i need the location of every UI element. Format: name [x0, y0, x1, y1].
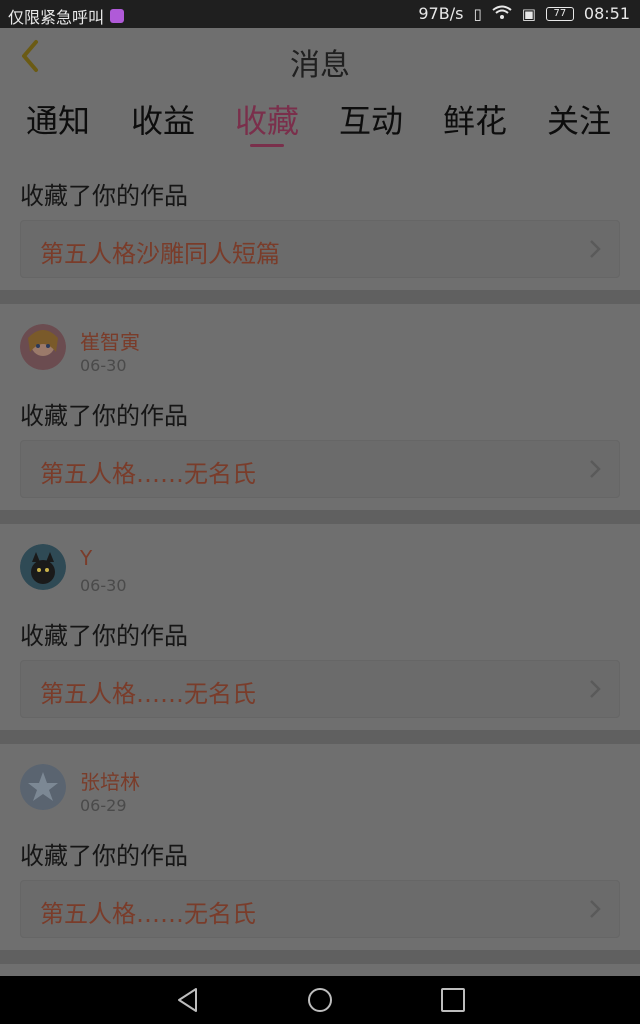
sim-card-icon: ▣ [521, 4, 536, 23]
work-title: 第五人格……无名氏 [40, 460, 256, 488]
list-item: 收藏了你的作品 第五人格沙雕同人短篇 [0, 156, 640, 290]
carrier-text: 仅限紧急呼叫 [8, 8, 105, 27]
date: 06-29 [80, 796, 127, 815]
work-title: 第五人格沙雕同人短篇 [40, 240, 280, 268]
work-link[interactable]: 第五人格沙雕同人短篇 [20, 220, 620, 278]
chevron-right-icon [590, 680, 601, 698]
list-item: 张培林 06-29 收藏了你的作品 第五人格……无名氏 [0, 744, 640, 950]
recents-square-icon[interactable] [439, 986, 467, 1014]
list-item: 崔智寅 06-30 收藏了你的作品 第五人格……无名氏 [0, 304, 640, 510]
list-item: Y 06-30 收藏了你的作品 第五人格……无名氏 [0, 524, 640, 730]
tab-flowers[interactable]: 鲜花 [443, 96, 507, 142]
wifi-icon [492, 5, 512, 23]
work-title: 第五人格……无名氏 [40, 680, 256, 708]
action-text: 收藏了你的作品 [20, 842, 188, 870]
avatar[interactable] [20, 544, 66, 590]
vibrate-icon: ▯ [473, 4, 482, 23]
chevron-right-icon [590, 900, 601, 918]
avatar[interactable] [20, 324, 66, 370]
divider [0, 290, 640, 304]
active-tab-indicator [250, 144, 284, 147]
work-link[interactable]: 第五人格……无名氏 [20, 660, 620, 718]
battery-icon: 77 [545, 6, 574, 21]
home-circle-icon[interactable] [306, 986, 334, 1014]
clock: 08:51 [583, 4, 630, 23]
system-nav-bar [0, 976, 640, 1024]
action-text: 收藏了你的作品 [20, 402, 188, 430]
status-right: 97B/s ▯ ▣ 77 08:51 [418, 4, 630, 23]
network-speed: 97B/s [418, 4, 464, 23]
work-link[interactable]: 第五人格……无名氏 [20, 440, 620, 498]
action-text: 收藏了你的作品 [20, 622, 188, 650]
work-title: 第五人格……无名氏 [40, 900, 256, 928]
tab-follows[interactable]: 关注 [547, 96, 611, 142]
tab-bar: 通知 收益 收藏 互动 鲜花 关注 [0, 84, 640, 156]
date: 06-30 [80, 576, 127, 595]
page-title: 消息 [290, 48, 350, 83]
chevron-right-icon [590, 460, 601, 478]
divider [0, 730, 640, 744]
sim-badge-icon [110, 9, 125, 23]
divider [0, 950, 640, 964]
divider [0, 510, 640, 524]
tab-interactions[interactable]: 互动 [339, 96, 403, 142]
user-name[interactable]: 张培林 [80, 766, 140, 795]
user-name[interactable]: Y [80, 546, 92, 570]
back-triangle-icon[interactable] [174, 986, 202, 1014]
date: 06-30 [80, 356, 127, 375]
favorites-list: 收藏了你的作品 第五人格沙雕同人短篇 崔智寅 06-30 收藏了你的作品 第五人… [0, 156, 640, 976]
status-bar: 仅限紧急呼叫 97B/s ▯ ▣ 77 08:51 [0, 0, 640, 28]
app-bar: 消息 [0, 28, 640, 84]
tab-earnings[interactable]: 收益 [131, 96, 195, 142]
tab-notifications[interactable]: 通知 [26, 96, 90, 142]
user-name[interactable]: 崔智寅 [80, 326, 140, 355]
chevron-right-icon [590, 240, 601, 258]
status-left: 仅限紧急呼叫 [8, 4, 125, 28]
work-link[interactable]: 第五人格……无名氏 [20, 880, 620, 938]
action-text: 收藏了你的作品 [20, 182, 188, 210]
avatar[interactable] [20, 764, 66, 810]
tab-favorites[interactable]: 收藏 [235, 96, 299, 142]
